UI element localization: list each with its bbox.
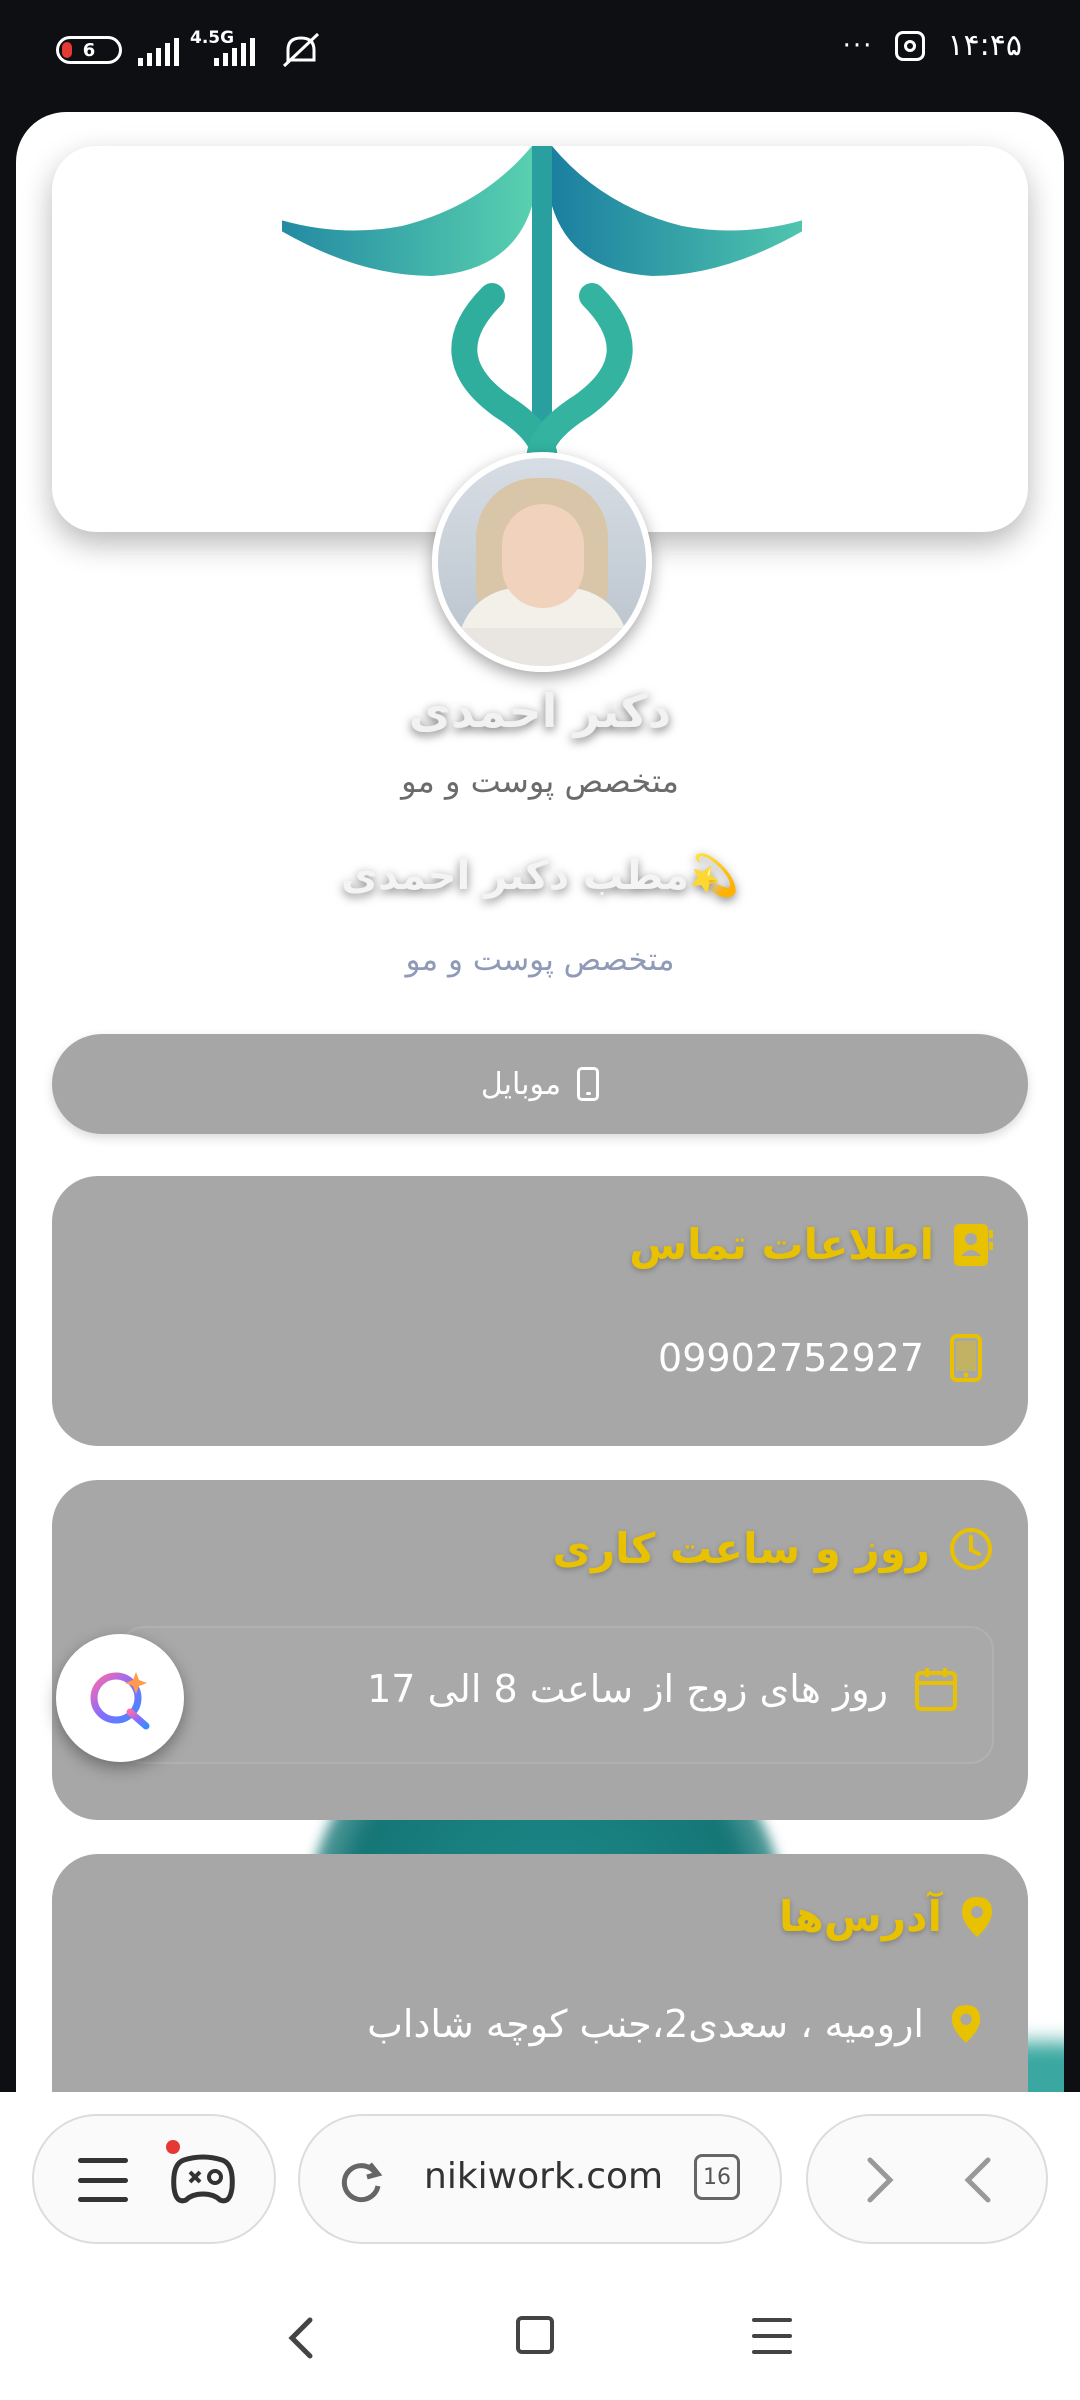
more-dots: ··· xyxy=(842,30,874,61)
contact-card: اطلاعات تماس 09902752927 xyxy=(52,1176,1028,1446)
contact-book-icon xyxy=(954,1223,993,1266)
reload-icon[interactable] xyxy=(336,2156,386,2206)
nav-back-icon[interactable] xyxy=(280,2310,320,2366)
clinic-name: مطب دکتر احمدی💫 xyxy=(341,853,739,899)
instagram-icon xyxy=(895,30,926,61)
browser-toolbar: nikiwork.com 16 xyxy=(0,2092,1080,2282)
system-nav-bar xyxy=(0,2282,1080,2400)
contact-title-row: اطلاعات تماس xyxy=(629,1220,994,1269)
status-bar: 6 4.5G ··· ۱۴:۴۵ xyxy=(0,0,1080,100)
hours-schedule-row: روز های زوج از ساعت 8 الی 17 xyxy=(367,1666,958,1712)
doctor-name: دکتر احمدی xyxy=(408,684,672,738)
signal-2-icon xyxy=(214,38,255,66)
doctor-specialty: متخصص پوست و مو xyxy=(401,762,679,800)
address-row[interactable]: ارومیه ، سعدی2،جنب کوچه شاداب xyxy=(367,2002,982,2046)
mobile-button[interactable]: موبایل xyxy=(52,1034,1028,1134)
game-controller-icon[interactable] xyxy=(170,2152,236,2208)
phone-icon xyxy=(950,1334,982,1382)
menu-icon[interactable] xyxy=(78,2158,128,2202)
navigation-pill xyxy=(806,2114,1048,2244)
working-hours-card: روز و ساعت کاری روز های زوج از ساعت 8 ال… xyxy=(52,1480,1028,1820)
location-pin-icon xyxy=(962,1896,992,1937)
clock-icon xyxy=(950,1527,992,1570)
url-text[interactable]: nikiwork.com xyxy=(424,2156,663,2197)
signal-icon xyxy=(138,38,179,66)
addresses-title: آدرس‌ها xyxy=(779,1892,942,1941)
back-icon[interactable] xyxy=(954,2152,1004,2208)
tabs-count-button[interactable]: 16 xyxy=(694,2154,740,2200)
assistant-fab[interactable] xyxy=(56,1634,184,1762)
location-pin-small-icon xyxy=(951,2005,981,2043)
mobile-phone-icon xyxy=(577,1067,600,1101)
browser-menu-pill xyxy=(32,2114,276,2244)
hours-title: روز و ساعت کاری xyxy=(552,1524,930,1573)
mobile-button-label: موبایل xyxy=(480,1066,562,1102)
contact-phone-number[interactable]: 09902752927 xyxy=(658,1336,924,1380)
addresses-card: آدرس‌ها ارومیه ، سعدی2،جنب کوچه شاداب xyxy=(52,1854,1028,2112)
addresses-title-row: آدرس‌ها xyxy=(779,1892,994,1941)
calendar-icon xyxy=(915,1668,957,1711)
battery-icon: 6 xyxy=(56,36,122,64)
contact-title: اطلاعات تماس xyxy=(629,1220,934,1269)
nav-home-icon[interactable] xyxy=(516,2316,554,2354)
forward-icon[interactable] xyxy=(854,2152,904,2208)
contact-phone-row[interactable]: 09902752927 xyxy=(658,1334,982,1382)
mute-icon xyxy=(282,32,320,68)
doctor-avatar xyxy=(432,452,652,672)
clock: ۱۴:۴۵ xyxy=(947,28,1022,63)
address-text[interactable]: ارومیه ، سعدی2،جنب کوچه شاداب xyxy=(367,2002,924,2046)
assistant-logo-icon xyxy=(90,1672,150,1730)
hours-title-row: روز و ساعت کاری xyxy=(552,1524,994,1573)
nav-recents-icon[interactable] xyxy=(752,2318,792,2354)
web-page: دکتر احمدی متخصص پوست و مو مطب دکتر احمد… xyxy=(16,112,1064,2112)
clinic-specialty: متخصص پوست و مو xyxy=(405,942,675,978)
hours-schedule: روز های زوج از ساعت 8 الی 17 xyxy=(367,1667,888,1711)
notification-dot xyxy=(166,2140,180,2154)
battery-level: 6 xyxy=(82,39,96,61)
address-bar[interactable]: nikiwork.com 16 xyxy=(298,2114,782,2244)
